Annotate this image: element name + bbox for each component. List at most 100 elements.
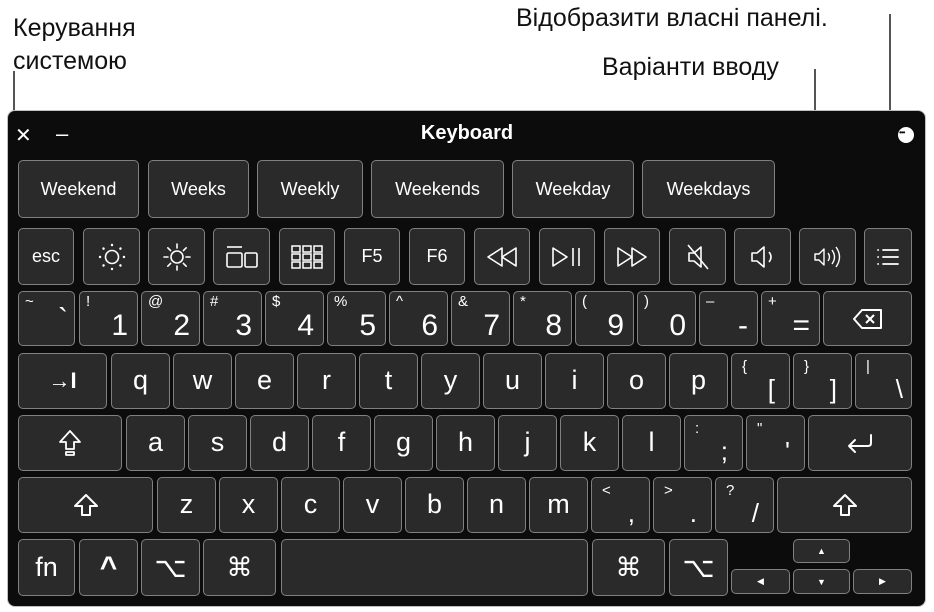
minus-key[interactable]: – - (699, 291, 758, 346)
right-bracket-key[interactable]: }] (793, 353, 852, 409)
esc-key[interactable]: esc (18, 228, 74, 285)
play-pause-key[interactable] (539, 228, 595, 285)
key-c[interactable]: c (281, 477, 340, 533)
suggestion-weekday[interactable]: Weekday (512, 160, 634, 218)
key-shift-label: { (742, 358, 748, 375)
quote-key[interactable]: " ' (746, 415, 805, 471)
arrow-down-key[interactable]: ▼ (793, 569, 850, 594)
key-a[interactable]: a (126, 415, 185, 471)
brightness-up-key[interactable] (148, 228, 205, 285)
backtick-key[interactable]: ~ ` (18, 291, 75, 346)
key-n[interactable]: n (467, 477, 526, 533)
semicolon-key[interactable]: :; (684, 415, 743, 471)
suggestion-weeks[interactable]: Weeks (148, 160, 249, 218)
key-main-label: ; (720, 436, 728, 466)
right-command-key[interactable]: ⌘ (592, 539, 665, 596)
callout-system-control-line1: Керування (13, 14, 136, 42)
key-1[interactable]: ! 1 (79, 291, 138, 346)
key-shift-label: * (520, 293, 526, 310)
key-5[interactable]: % 5 (327, 291, 386, 346)
suggestion-weekdays[interactable]: Weekdays (642, 160, 775, 218)
left-option-key[interactable]: ⌥ (141, 539, 200, 596)
key-x[interactable]: x (219, 477, 278, 533)
arrow-right-key[interactable]: ▶ (853, 569, 912, 594)
suggestion-weekends[interactable]: Weekends (371, 160, 504, 218)
key-o[interactable]: o (607, 353, 666, 409)
key-u[interactable]: u (483, 353, 542, 409)
backslash-key[interactable]: | \ (855, 353, 912, 409)
key-p[interactable]: p (669, 353, 728, 409)
tab-key[interactable]: →I (18, 353, 107, 409)
key-0[interactable]: ) 0 (637, 291, 696, 346)
f5-key[interactable]: F5 (344, 228, 400, 285)
key-v[interactable]: v (343, 477, 402, 533)
volume-down-icon (750, 245, 772, 268)
delete-key[interactable] (823, 291, 912, 346)
f6-key[interactable]: F6 (409, 228, 465, 285)
key-main-label: / (751, 498, 759, 528)
arrow-up-key[interactable]: ▲ (793, 539, 850, 563)
custom-panels-key[interactable] (864, 228, 912, 285)
key-l[interactable]: l (622, 415, 681, 471)
fn-key[interactable]: fn (18, 539, 75, 596)
callout-custom-panels: Відобразити власні панелі. (516, 4, 828, 32)
key-shift-label: ( (582, 293, 587, 310)
launchpad-key[interactable] (279, 228, 335, 285)
space-bar[interactable] (281, 539, 588, 596)
caps-lock-key[interactable] (18, 415, 122, 471)
key-s[interactable]: s (188, 415, 247, 471)
right-shift-key[interactable] (777, 477, 912, 533)
key-shift-label: ) (644, 293, 649, 310)
key-e[interactable]: e (235, 353, 294, 409)
key-w[interactable]: w (173, 353, 232, 409)
mission-control-icon (225, 245, 258, 268)
key-d[interactable]: d (250, 415, 309, 471)
key-7[interactable]: & 7 (451, 291, 510, 346)
suggestion-weekend[interactable]: Weekend (18, 160, 139, 218)
rewind-icon (487, 246, 517, 267)
key-b[interactable]: b (405, 477, 464, 533)
comma-key[interactable]: <, (591, 477, 650, 533)
rewind-key[interactable] (474, 228, 530, 285)
key-r[interactable]: r (297, 353, 356, 409)
brightness-down-key[interactable] (83, 228, 140, 285)
return-key[interactable] (808, 415, 912, 471)
key-h[interactable]: h (436, 415, 495, 471)
arrow-left-key[interactable]: ◀ (731, 569, 790, 594)
key-9[interactable]: (9 (575, 291, 634, 346)
left-command-key[interactable]: ⌘ (203, 539, 276, 596)
key-j[interactable]: j (498, 415, 557, 471)
suggestion-weekly[interactable]: Weekly (257, 160, 363, 218)
key-q[interactable]: q (111, 353, 170, 409)
key-main-label: 9 (607, 309, 624, 342)
key-k[interactable]: k (560, 415, 619, 471)
volume-down-key[interactable] (734, 228, 791, 285)
mission-control-key[interactable] (213, 228, 270, 285)
key-t[interactable]: t (359, 353, 418, 409)
period-key[interactable]: >. (653, 477, 712, 533)
key-m[interactable]: m (529, 477, 588, 533)
left-bracket-key[interactable]: {[ (731, 353, 790, 409)
mute-key[interactable] (669, 228, 726, 285)
slash-key[interactable]: ? / (715, 477, 774, 533)
key-3[interactable]: #3 (203, 291, 262, 346)
key-4[interactable]: $4 (265, 291, 324, 346)
key-2[interactable]: @2 (141, 291, 200, 346)
key-g[interactable]: g (374, 415, 433, 471)
key-z[interactable]: z (157, 477, 216, 533)
key-i[interactable]: i (545, 353, 604, 409)
key-shift-label: # (210, 293, 219, 310)
key-shift-label: – (706, 293, 715, 310)
right-option-key[interactable]: ⌥ (669, 539, 728, 596)
key-f[interactable]: f (312, 415, 371, 471)
left-shift-key[interactable] (18, 477, 153, 533)
key-y[interactable]: y (421, 353, 480, 409)
key-6[interactable]: ^ 6 (389, 291, 448, 346)
more-icon[interactable]: ••• (898, 127, 914, 143)
key-main-label: 5 (359, 309, 376, 342)
volume-up-key[interactable] (799, 228, 856, 285)
equals-key[interactable]: + = (761, 291, 820, 346)
control-key[interactable]: ^ (79, 539, 138, 596)
fast-forward-key[interactable] (604, 228, 660, 285)
key-8[interactable]: * 8 (513, 291, 572, 346)
